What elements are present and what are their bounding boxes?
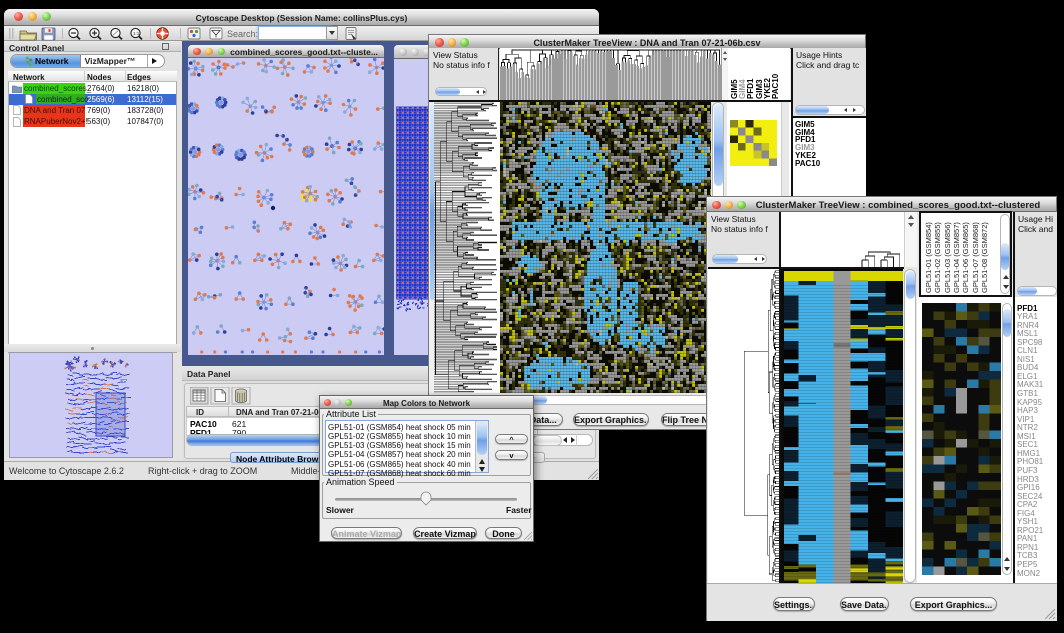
svg-text:1:1: 1:1 xyxy=(133,31,140,36)
